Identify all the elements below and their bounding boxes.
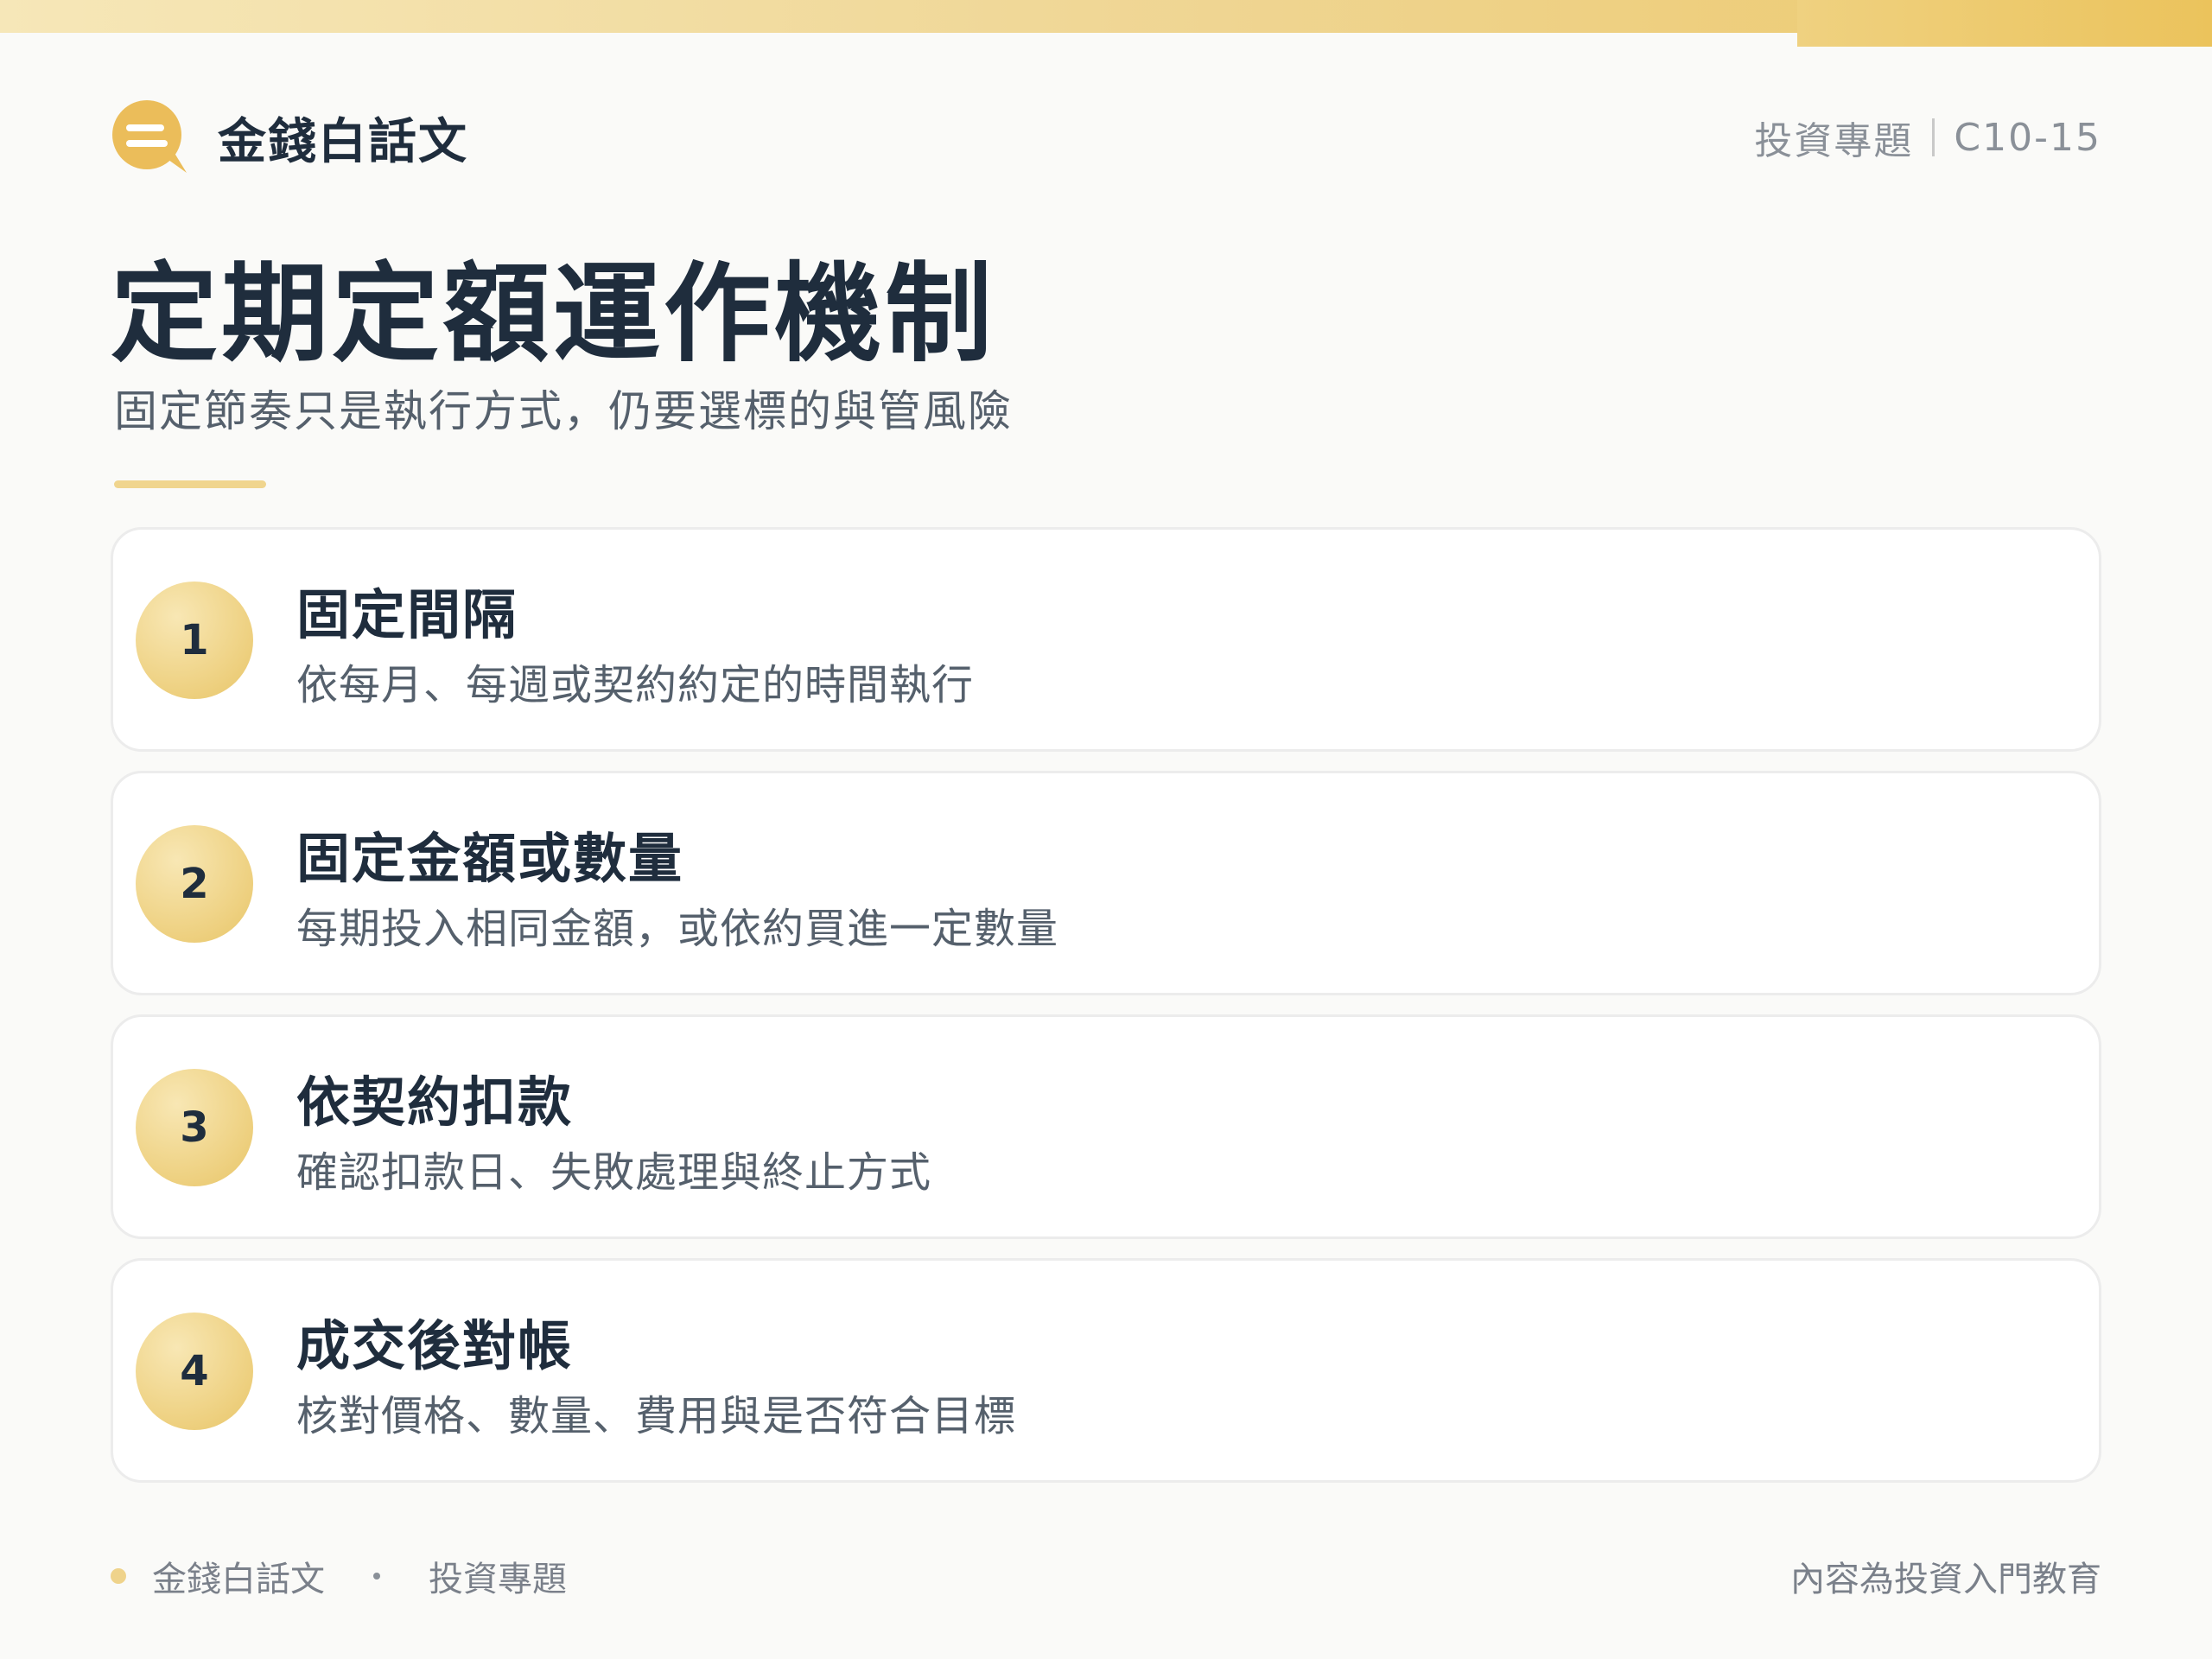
brand-name: 金錢白話文	[218, 113, 468, 170]
footer-separator	[373, 1573, 380, 1580]
meta-divider	[1932, 118, 1936, 156]
slide-meta: 投資專題 C10-15	[1754, 110, 2101, 165]
step-description: 核對價格、數量、費用與是否符合目標	[296, 1392, 1017, 1440]
step-number-badge: 4	[136, 1313, 253, 1430]
step-number-badge: 3	[136, 1069, 253, 1186]
meta-code: C10-15	[1954, 115, 2101, 160]
footer: 金錢白話文 投資專題 內容為投資入門教育	[111, 1552, 2101, 1600]
step-description: 確認扣款日、失敗處理與終止方式	[296, 1148, 932, 1197]
step-title: 成交後對帳	[296, 1314, 574, 1377]
step-number-badge: 1	[136, 582, 253, 699]
page-subtitle: 固定節奏只是執行方式，仍要選標的與管風險	[114, 386, 1013, 436]
step-card-3: 3 依契約扣款 確認扣款日、失敗處理與終止方式	[111, 1014, 2101, 1239]
step-description: 依每月、每週或契約約定的時間執行	[296, 661, 975, 709]
step-title: 依契約扣款	[296, 1071, 574, 1134]
slide-page: 金錢白話文 投資專題 C10-15 定期定額運作機制 固定節奏只是執行方式，仍要…	[0, 0, 2212, 1659]
steps-list: 1 固定間隔 依每月、每週或契約約定的時間執行 2 固定金額或數量 每期投入相同…	[111, 527, 2101, 1502]
top-accent-tab	[1797, 0, 2212, 47]
step-title: 固定間隔	[296, 583, 518, 646]
footer-left: 金錢白話文 投資專題	[111, 1551, 567, 1601]
step-card-1: 1 固定間隔 依每月、每週或契約約定的時間執行	[111, 527, 2101, 752]
footer-dot	[111, 1568, 126, 1584]
footer-brand: 金錢白話文	[152, 1560, 325, 1599]
title-underline	[114, 480, 266, 488]
step-card-2: 2 固定金額或數量 每期投入相同金額，或依約買進一定數量	[111, 771, 2101, 995]
chat-bubble-icon	[112, 100, 187, 173]
header: 金錢白話文 投資專題 C10-15	[111, 90, 2101, 185]
step-description: 每期投入相同金額，或依約買進一定數量	[296, 905, 1059, 953]
footer-category: 投資專題	[429, 1560, 567, 1599]
footer-note: 內容為投資入門教育	[1790, 1560, 2101, 1599]
brand: 金錢白話文	[111, 99, 468, 176]
meta-category: 投資專題	[1754, 119, 1914, 163]
step-card-4: 4 成交後對帳 核對價格、數量、費用與是否符合目標	[111, 1258, 2101, 1483]
page-title: 定期定額運作機制	[111, 252, 996, 377]
step-title: 固定金額或數量	[296, 827, 684, 890]
step-number-badge: 2	[136, 825, 253, 943]
